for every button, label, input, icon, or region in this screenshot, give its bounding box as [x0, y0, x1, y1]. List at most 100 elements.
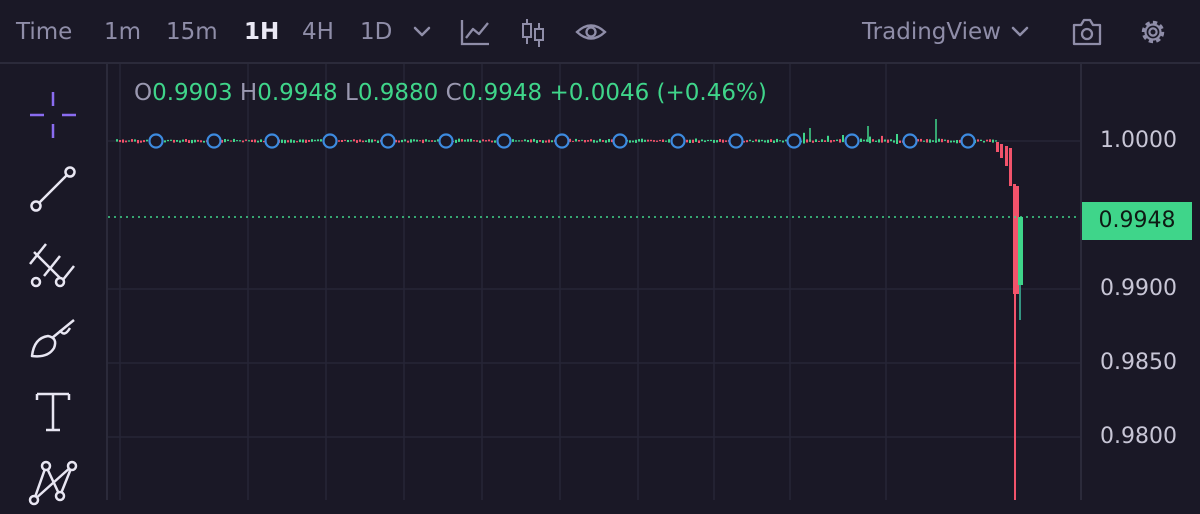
candle [125, 140, 127, 143]
interval-15m[interactable]: 15m [166, 14, 218, 50]
candle [365, 140, 367, 142]
candle [944, 139, 946, 141]
trend-line-icon[interactable] [24, 160, 82, 218]
candle [179, 140, 181, 143]
candle [203, 140, 205, 143]
candle [257, 140, 259, 143]
candle [521, 140, 523, 142]
candle [344, 139, 346, 141]
event-marker [496, 133, 512, 149]
candle [977, 139, 979, 142]
candle [362, 140, 364, 143]
candle [986, 139, 988, 142]
price-axis[interactable]: 1.0000 0.9948 0.9900 0.9850 0.9800 [1080, 64, 1200, 500]
candle [197, 139, 199, 142]
candle [647, 139, 649, 142]
candle [227, 139, 229, 141]
candle [602, 140, 604, 142]
candle [572, 140, 574, 142]
event-marker [902, 133, 918, 149]
candle [353, 139, 355, 142]
candle [590, 139, 592, 142]
candle [638, 139, 640, 142]
candle [689, 139, 691, 143]
eye-icon[interactable] [574, 14, 608, 50]
candle [668, 139, 670, 143]
event-marker [206, 133, 222, 149]
text-icon[interactable] [24, 382, 82, 440]
fib-icon[interactable] [24, 234, 82, 292]
candle [527, 140, 529, 143]
candle [584, 140, 586, 143]
candle [701, 139, 703, 142]
brush-icon[interactable] [24, 308, 82, 366]
candle [656, 140, 658, 142]
gear-icon[interactable] [1136, 14, 1170, 50]
candle [704, 140, 706, 143]
candle [710, 139, 712, 142]
candle [761, 139, 763, 142]
candle [173, 139, 175, 143]
candle [530, 139, 532, 143]
price-tick: 1.0000 [1100, 128, 1177, 153]
interval-4h[interactable]: 4H [302, 14, 334, 50]
candle [491, 140, 493, 143]
candle [956, 140, 958, 144]
price-tick: 0.9900 [1100, 276, 1177, 301]
candle [767, 139, 769, 143]
candle [950, 140, 952, 143]
camera-icon[interactable] [1070, 14, 1104, 50]
candle [1018, 217, 1023, 285]
interval-1m[interactable]: 1m [104, 14, 141, 50]
line-chart-icon[interactable] [458, 14, 492, 50]
drawing-toolbar [0, 64, 108, 506]
crosshair-icon[interactable] [24, 86, 82, 144]
event-marker [322, 133, 338, 149]
candle [194, 139, 196, 143]
candle [839, 139, 841, 143]
candle [347, 140, 349, 143]
candle [467, 139, 469, 142]
candle [716, 140, 718, 143]
low-key: L [345, 80, 358, 106]
tradingview-menu[interactable]: TradingView [862, 14, 1001, 50]
candle [996, 142, 999, 152]
candle [836, 139, 838, 141]
candle [581, 139, 583, 141]
candle [536, 140, 538, 144]
candle [593, 139, 595, 143]
chevron-down-icon[interactable] [410, 14, 434, 50]
candle [632, 140, 634, 143]
candle [131, 139, 133, 142]
event-marker [786, 133, 802, 149]
candle [401, 139, 403, 143]
candle [371, 139, 373, 143]
candle [941, 138, 943, 143]
candle [512, 139, 514, 142]
candle [350, 140, 352, 142]
candle [359, 139, 361, 142]
candle [404, 139, 406, 142]
candle [872, 139, 874, 142]
candle [698, 140, 700, 143]
pattern-icon[interactable] [24, 456, 82, 514]
candle [128, 140, 130, 142]
candle [230, 140, 232, 142]
time-label[interactable]: Time [16, 14, 72, 50]
chevron-down-icon[interactable] [1008, 14, 1032, 50]
candle [296, 141, 298, 143]
candle [545, 140, 547, 143]
candle [377, 140, 379, 143]
chart-grid [108, 64, 1080, 500]
interval-1d[interactable]: 1D [360, 14, 392, 50]
candle [650, 139, 652, 142]
candlestick-icon[interactable] [518, 14, 548, 50]
candle [317, 139, 319, 142]
candle [245, 139, 247, 141]
price-chart[interactable] [108, 64, 1080, 500]
candle [410, 139, 412, 143]
interval-1h[interactable]: 1H [244, 14, 279, 50]
candle [356, 140, 358, 143]
candle [482, 139, 484, 142]
candle [302, 139, 304, 143]
